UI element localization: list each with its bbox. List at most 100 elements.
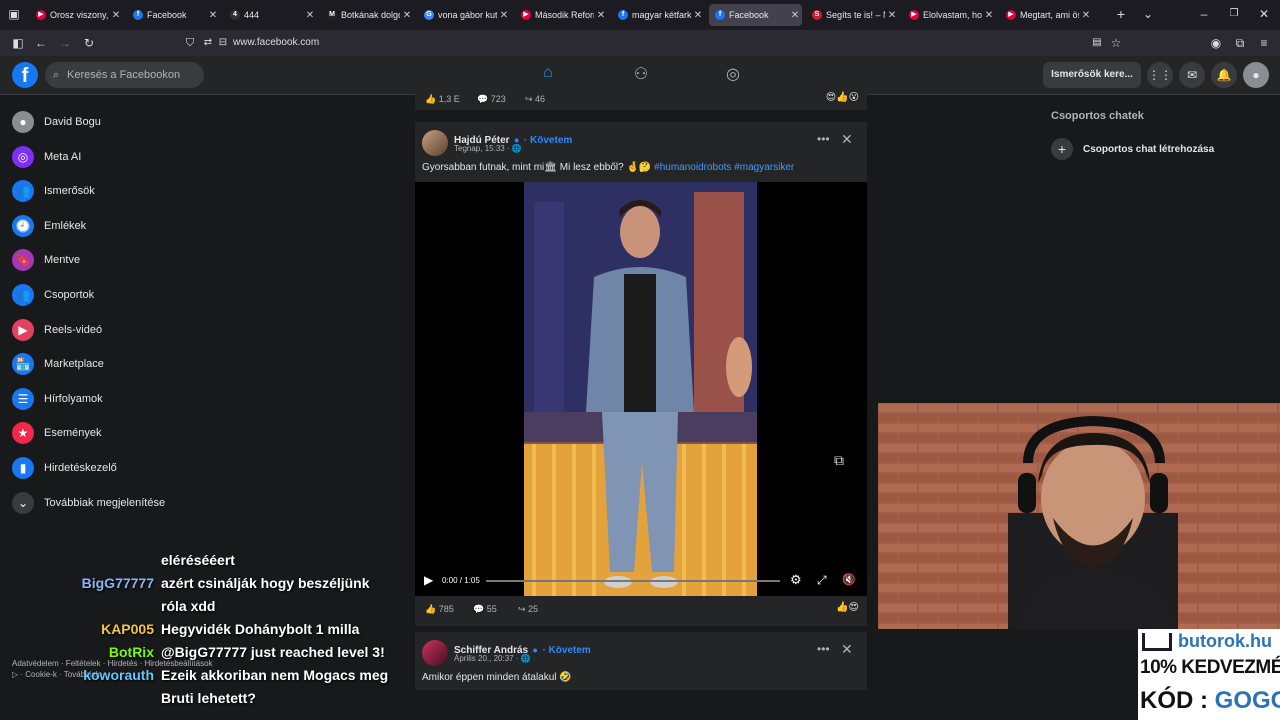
prev-like-count[interactable]: 👍 1,3 E (425, 94, 460, 105)
reload-icon[interactable]: ↻ (81, 35, 97, 51)
tab-close-icon[interactable]: ✕ (400, 10, 414, 21)
search-input[interactable]: ⌕ Keresés a Facebookon (45, 62, 204, 88)
settings-icon[interactable]: ⚙ (790, 572, 802, 588)
sidebar-item[interactable]: 🔖 Mentve (12, 246, 80, 274)
tab-favicon-icon: f (133, 10, 143, 20)
post-reactions-icon[interactable]: 👍😍 (836, 602, 859, 613)
browser-tab[interactable]: ▶ Orosz viszony, ja✕ (30, 4, 123, 26)
tab-list-icon[interactable]: ▣ (6, 6, 22, 22)
account-icon[interactable]: ◉ (1208, 35, 1224, 51)
browser-tab[interactable]: ▶ Megtart, ami ösz✕ (1000, 4, 1093, 26)
post-more-icon[interactable]: ••• (817, 132, 830, 146)
reader-view-icon[interactable]: ▤ (1089, 35, 1105, 51)
lock-icon[interactable]: ⊟ (215, 35, 231, 51)
tab-close-icon[interactable]: ✕ (109, 10, 123, 21)
video-player[interactable]: ⧉ ▶ 0:00 / 1:05 ⚙ ⤢ 🔇 (415, 182, 867, 596)
forward-icon[interactable]: → (57, 35, 73, 51)
follow-button[interactable]: · Követem (542, 645, 590, 656)
tab-close-icon[interactable]: ✕ (497, 10, 511, 21)
prev-likes: 1,3 E (438, 94, 460, 104)
home-icon[interactable]: ⌂ (536, 64, 560, 82)
browser-tab[interactable]: f Facebook ✕ (709, 4, 802, 26)
sidebar-item[interactable]: 🕘 Emlékek (12, 212, 86, 240)
tab-overflow-icon[interactable]: ⌄ (1140, 6, 1156, 22)
play-icon[interactable]: ▶ (424, 573, 433, 587)
search-icon: ⌕ (53, 69, 60, 81)
author-avatar[interactable] (422, 640, 448, 666)
prev-share-count[interactable]: ↪ 46 (525, 94, 545, 105)
post-time[interactable]: Tegnap, 15:33 · 🌐 (454, 144, 522, 153)
video-progress-bar[interactable] (486, 580, 780, 582)
shield-icon[interactable]: ⛉ (182, 35, 198, 51)
sidebar-item[interactable]: ☰ Hírfolyamok (12, 385, 103, 413)
picture-in-picture-icon[interactable]: ⧉ (834, 452, 844, 469)
post-comment-count[interactable]: 💬 55 (473, 604, 497, 615)
notifications-icon[interactable]: 🔔 (1211, 62, 1237, 88)
browser-tab[interactable]: M Botkának dolgoz✕ (321, 4, 414, 26)
post-like-count[interactable]: 👍 785 (425, 604, 454, 615)
menu-grid-icon[interactable]: ⋮⋮ (1147, 62, 1173, 88)
profile-avatar[interactable]: ● (1243, 62, 1269, 88)
extensions-icon[interactable]: ⧉ (1232, 35, 1248, 51)
sidebar-item-label: Mentve (44, 254, 81, 266)
browser-tab[interactable]: f Facebook ✕ (127, 4, 220, 26)
tab-close-icon[interactable]: ✕ (788, 10, 802, 21)
close-window-icon[interactable]: ✕ (1256, 6, 1272, 22)
tab-close-icon[interactable]: ✕ (982, 10, 996, 21)
menu-icon[interactable]: ≡ (1256, 35, 1272, 51)
sidebar-item-label: Reels-videó (44, 324, 103, 336)
post-more-icon[interactable]: ••• (817, 642, 830, 656)
friend-requests-button[interactable]: Ismerősök kere... (1043, 62, 1141, 88)
post-time[interactable]: Április 20., 20:37 · 🌐 (454, 654, 531, 663)
follow-button[interactable]: · Követem (524, 135, 572, 146)
mute-icon[interactable]: 🔇 (842, 573, 856, 586)
sidebar-item[interactable]: ● David Bogu (12, 108, 101, 136)
create-group-chat-button[interactable]: + Csoportos chat létrehozása (1051, 138, 1214, 160)
minimize-icon[interactable]: – (1196, 6, 1212, 22)
browser-tab[interactable]: S Segíts te is! – MI✕ (806, 4, 899, 26)
reactions-icon[interactable]: 😍👍😮 (826, 92, 859, 103)
url-bar[interactable]: www.facebook.com (233, 37, 319, 48)
post-hashtags[interactable]: #humanoidrobots #magyarsiker (654, 162, 794, 173)
tab-close-icon[interactable]: ✕ (885, 10, 899, 21)
browser-tab[interactable]: Gvona gábor kuty ✕ (418, 4, 511, 26)
browser-tab[interactable]: ▶ Második Reform ✕ (515, 4, 608, 26)
fullscreen-icon[interactable]: ⤢ (817, 573, 827, 588)
sidebar-item[interactable]: 👥 Csoportok (12, 281, 94, 309)
tab-close-icon[interactable]: ✕ (594, 10, 608, 21)
new-tab-icon[interactable]: + (1113, 6, 1129, 22)
tab-label: Facebook (147, 10, 187, 20)
sponsor-discount: 10% KEDVEZMÉNY (1140, 657, 1280, 678)
sidebar-item[interactable]: 👥 Ismerősök (12, 177, 95, 205)
maximize-icon[interactable]: ❐ (1226, 6, 1242, 22)
sidebar-item[interactable]: ▶ Reels-videó (12, 316, 102, 344)
sidebar-toggle-icon[interactable]: ◧ (10, 35, 26, 51)
post-share-count[interactable]: ↪ 25 (518, 604, 538, 615)
sidebar-item[interactable]: ◎ Meta AI (12, 143, 81, 171)
sidebar-item[interactable]: ★ Események (12, 419, 101, 447)
bookmark-star-icon[interactable]: ☆ (1108, 35, 1124, 51)
browser-tab[interactable]: ▶ Elolvastam, hogy✕ (903, 4, 996, 26)
facebook-logo-icon[interactable]: f (12, 62, 38, 88)
author-avatar[interactable] (422, 130, 448, 156)
tab-close-icon[interactable]: ✕ (206, 10, 220, 21)
close-icon[interactable]: ✕ (841, 131, 853, 148)
tab-close-icon[interactable]: ✕ (691, 10, 705, 21)
messenger-icon[interactable]: ✉ (1179, 62, 1205, 88)
tab-close-icon[interactable]: ✕ (303, 10, 317, 21)
browser-tab[interactable]: 4 444 ✕ (224, 4, 317, 26)
sponsor-promo-banner: butorok.hu 10% KEDVEZMÉNY KÓD : GOGGER (1138, 629, 1280, 720)
prev-comment-count[interactable]: 💬 723 (477, 94, 506, 105)
close-icon[interactable]: ✕ (841, 641, 853, 658)
friends-nav-icon[interactable]: ⚇ (629, 64, 653, 84)
groups-nav-icon[interactable]: ◎ (721, 64, 745, 84)
back-icon[interactable]: ← (33, 35, 49, 51)
permissions-icon[interactable]: ⇄ (200, 35, 216, 51)
sidebar-item[interactable]: ⌄ Továbbiak megjelenítése (12, 489, 165, 517)
tab-close-icon[interactable]: ✕ (1079, 10, 1093, 21)
sidebar-item[interactable]: 🏪 Marketplace (12, 350, 104, 378)
group-chats-title: Csoportos chatek (1051, 110, 1144, 122)
sidebar-item[interactable]: ▮ Hirdetéskezelő (12, 454, 117, 482)
chat-message: Hegyvidék Dohánybolt 1 milla (161, 621, 360, 637)
browser-tab[interactable]: f magyar kétfarkú ✕ (612, 4, 705, 26)
